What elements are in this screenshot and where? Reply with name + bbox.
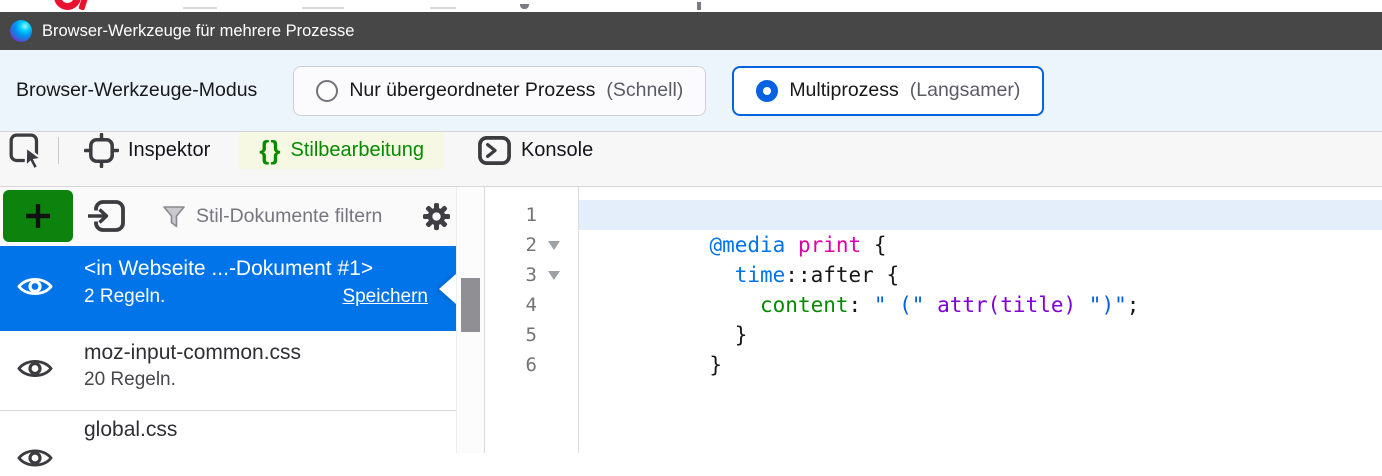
fold-arrow-icon[interactable] (548, 240, 560, 250)
inspector-icon (84, 133, 119, 168)
element-picker-button[interactable] (2, 132, 52, 170)
gutter-row: 6 (485, 350, 578, 380)
mode-option-label: Nur übergeordneter Prozess (349, 79, 596, 101)
visibility-eye-icon[interactable] (16, 445, 54, 476)
scrollbar-thumb[interactable] (461, 278, 480, 332)
devtools-tab-bar: Inspektor {} Stilbearbeitung Konsole (0, 132, 1382, 187)
gutter-row: 3 (485, 260, 578, 290)
sidebar-toolbar (0, 187, 456, 246)
braces-icon: {} (259, 134, 282, 165)
mode-option-parent-process[interactable]: Nur übergeordneter Prozess (Schnell) (293, 65, 707, 116)
gutter-row: 1 (485, 200, 578, 230)
save-link[interactable]: Speichern (342, 286, 428, 308)
stylesheet-item-global-css[interactable]: global.css (0, 411, 456, 467)
rule-count: 2 Regeln. (84, 286, 166, 307)
visibility-eye-icon[interactable] (16, 355, 54, 386)
import-icon (87, 200, 125, 232)
toolbox-mode-row: Browser-Werkzeuge-Modus Nur übergeordnet… (0, 50, 1382, 132)
stylesheet-title: <in Webseite ...-Dokument #1> (84, 257, 374, 280)
gear-icon (422, 202, 451, 231)
line-number: 3 (525, 264, 537, 286)
window-titlebar: Browser-Werkzeuge für mehrere Prozesse (0, 12, 1382, 50)
tab-label: Konsole (520, 139, 594, 161)
stylesheet-title: global.css (84, 418, 178, 441)
background-page-strip (0, 0, 1382, 12)
mode-row-label: Browser-Werkzeuge-Modus (16, 79, 258, 101)
radio-unselected-icon[interactable] (316, 79, 339, 102)
toolbar-divider (58, 137, 59, 164)
radio-selected-icon[interactable] (756, 79, 779, 102)
gutter-row: 4 (485, 290, 578, 320)
code-line[interactable]: } (579, 350, 1382, 380)
import-stylesheet-button[interactable] (86, 198, 126, 240)
mode-option-hint: (Schnell) (606, 79, 684, 101)
background-logo-fragment (78, 0, 88, 11)
tab-label: Stilbearbeitung (290, 139, 424, 161)
sidebar-scrollbar[interactable] (456, 187, 484, 453)
new-stylesheet-button[interactable] (3, 190, 73, 242)
line-number: 4 (525, 294, 537, 316)
line-number: 1 (525, 204, 537, 226)
code-line[interactable]: time::after { (579, 260, 1382, 290)
background-logo-fragment (54, 0, 81, 10)
tab-label: Inspektor (128, 139, 211, 161)
fold-arrow-icon[interactable] (548, 270, 560, 280)
settings-button[interactable] (421, 201, 452, 237)
mode-option-hint: (Langsamer) (909, 79, 1021, 101)
mode-option-label: Multiprozess (789, 79, 899, 101)
gutter-row: 5 (485, 320, 578, 350)
plus-icon (26, 204, 50, 228)
selected-item-arrow (439, 273, 456, 304)
firefox-logo-icon (10, 20, 32, 42)
rule-count: 20 Regeln. (84, 369, 176, 390)
code-line[interactable]: } (579, 320, 1382, 350)
line-number: 6 (525, 354, 537, 376)
filter-funnel-icon (162, 205, 186, 234)
element-picker-icon (9, 133, 45, 170)
stylesheet-title: moz-input-common.css (84, 341, 302, 364)
css-source-editor[interactable]: 123456 @media print { time::after { cont… (484, 187, 1382, 453)
mode-option-multiprocess[interactable]: Multiprozess (Langsamer) (732, 65, 1045, 116)
line-number: 2 (525, 234, 537, 256)
console-icon (478, 136, 511, 165)
tab-inspektor[interactable]: Inspektor (67, 132, 227, 169)
gutter-row: 2 (485, 230, 578, 260)
stylesheet-sidebar: <in Webseite ...-Dokument #1> 2 Regeln. … (0, 187, 456, 467)
code-line[interactable]: @media print { (579, 230, 1382, 260)
styleeditor-panel: <in Webseite ...-Dokument #1> 2 Regeln. … (0, 187, 1382, 467)
line-number: 5 (525, 324, 537, 346)
code-line[interactable]: content: " (" attr(title) ")"; (579, 290, 1382, 320)
tab-stilbearbeitung[interactable]: {} Stilbearbeitung (239, 132, 444, 169)
stylesheet-item-moz-input-common[interactable]: moz-input-common.css 20 Regeln. (0, 331, 456, 410)
editor-code-area[interactable]: @media print { time::after { content: " … (579, 187, 1382, 453)
editor-gutter: 1 2 3 4 5 6 (485, 187, 579, 453)
code-line[interactable] (579, 200, 1382, 230)
filter-stylesheets-input[interactable] (196, 201, 406, 231)
visibility-eye-icon[interactable] (16, 273, 54, 304)
tab-konsole[interactable]: Konsole (460, 132, 610, 169)
stylesheet-item-inline-document[interactable]: <in Webseite ...-Dokument #1> 2 Regeln. … (0, 246, 456, 331)
window-title: Browser-Werkzeuge für mehrere Prozesse (42, 21, 355, 40)
